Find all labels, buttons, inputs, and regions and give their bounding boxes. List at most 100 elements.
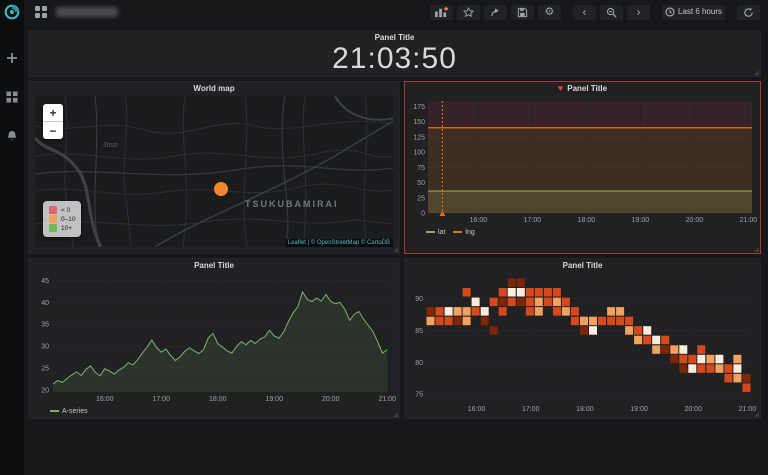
time-range-picker[interactable]: Last 6 hours — [662, 5, 725, 20]
svg-text:0: 0 — [421, 211, 425, 218]
alert-graph-panel: ♥ Panel Title 0 25 50 75 100 125 150 175 16:00 17… — [404, 81, 761, 254]
svg-text:21:00: 21:00 — [378, 396, 396, 403]
map-zoom-control: + − — [43, 104, 63, 139]
clock-time: 21:03:50 — [29, 42, 760, 76]
time-range-label: Last 6 hours — [678, 8, 722, 16]
svg-text:45: 45 — [41, 278, 49, 285]
share-button[interactable] — [484, 5, 507, 20]
zoom-out-button[interactable] — [600, 5, 623, 20]
svg-text:16:00: 16:00 — [96, 396, 114, 403]
svg-text:16:00: 16:00 — [470, 217, 488, 224]
save-button[interactable] — [511, 5, 534, 20]
aseries-chart[interactable]: 20 25 30 35 40 45 16:00 17:00 18:00 19:00 20:00 21:… — [32, 273, 396, 416]
svg-text:80: 80 — [415, 360, 423, 367]
chart-legend: lat lng — [426, 227, 475, 237]
time-back-button[interactable]: ‹ — [573, 5, 596, 20]
map-zoom-out-button[interactable]: − — [43, 122, 63, 139]
leaflet-link[interactable]: Leaflet — [288, 240, 306, 246]
map-canvas[interactable]: Joso TSUKUBAMIRAI + − < 0 0–10 10+ Leafl… — [35, 96, 393, 247]
settings-gear-icon[interactable]: ⚙ — [538, 5, 561, 20]
svg-text:30: 30 — [41, 344, 49, 351]
legend-label: 10+ — [61, 225, 72, 232]
svg-text:20:00: 20:00 — [686, 217, 704, 224]
timeseries-panel: Panel Title 20 25 30 35 40 45 16:00 17:00 18:00 1… — [28, 258, 400, 419]
panel-resize-handle[interactable] — [393, 247, 398, 252]
svg-text:20:00: 20:00 — [322, 396, 340, 403]
panel-resize-handle[interactable] — [754, 412, 759, 417]
svg-text:25: 25 — [417, 195, 425, 202]
svg-text:17:00: 17:00 — [524, 217, 542, 224]
panel-resize-handle[interactable] — [754, 247, 759, 252]
legend-item-A-series[interactable]: A-series — [50, 408, 88, 415]
panel-title[interactable]: ♥ Panel Title — [405, 82, 760, 95]
add-panel-button[interactable] — [430, 5, 453, 20]
svg-text:175: 175 — [413, 104, 425, 111]
heatmap-panel: Panel Title 90 85 80 75 16:00 17:00 18:00 19:00… — [404, 258, 761, 419]
legend-item-lng[interactable]: lng — [453, 229, 474, 236]
legend-swatch-green — [49, 224, 57, 232]
legend-swatch-red — [49, 206, 57, 214]
svg-text:20:00: 20:00 — [684, 406, 702, 413]
panel-title-text: Panel Title — [567, 84, 607, 93]
svg-text:25: 25 — [41, 365, 49, 372]
dashboard-title-blurred[interactable] — [56, 7, 118, 17]
svg-text:21:00: 21:00 — [740, 217, 757, 224]
svg-text:19:00: 19:00 — [632, 217, 650, 224]
panel-resize-handle[interactable] — [393, 412, 398, 417]
svg-text:90: 90 — [415, 296, 423, 303]
legend-label: < 0 — [61, 207, 70, 214]
clock-icon — [665, 7, 675, 17]
legend-item-lat[interactable]: lat — [426, 229, 445, 236]
legend-label: 0–10 — [61, 216, 75, 223]
clock-panel: Panel Title 21:03:50 — [28, 30, 761, 77]
svg-text:125: 125 — [413, 134, 425, 141]
svg-text:17:00: 17:00 — [152, 396, 170, 403]
grafana-logo[interactable] — [3, 3, 21, 21]
map-label-tsukubamirai: TSUKUBAMIRAI — [245, 199, 339, 209]
svg-text:19:00: 19:00 — [265, 396, 283, 403]
sidebar — [0, 0, 24, 475]
latlng-chart[interactable]: 0 25 50 75 100 125 150 175 16:00 17:00 18:00 19:00 2… — [408, 97, 757, 237]
panel-resize-handle[interactable] — [754, 70, 759, 75]
svg-text:35: 35 — [41, 322, 49, 329]
star-button[interactable] — [457, 5, 480, 20]
svg-text:20: 20 — [41, 387, 49, 394]
dashboards-grid-icon[interactable] — [6, 90, 19, 103]
osm-link[interactable]: © OpenStreetMap — [311, 240, 359, 246]
heatmap-chart[interactable]: 9085807516:0017:0018:0019:0020:0021:00 — [408, 273, 757, 416]
legend-swatch-orange — [49, 215, 57, 223]
time-forward-button[interactable]: › — [627, 5, 650, 20]
svg-text:17:00: 17:00 — [522, 406, 540, 413]
refresh-button[interactable] — [737, 5, 760, 20]
svg-text:19:00: 19:00 — [630, 406, 648, 413]
svg-text:100: 100 — [413, 150, 425, 157]
map-tiles — [35, 96, 393, 247]
svg-text:75: 75 — [415, 392, 423, 399]
svg-text:150: 150 — [413, 119, 425, 126]
map-attribution: Leaflet | © OpenStreetMap © CartoDB — [285, 239, 393, 247]
svg-text:18:00: 18:00 — [209, 396, 227, 403]
alert-heart-icon: ♥ — [558, 84, 563, 93]
grafana-dashboard: { "app": { "navbar": { "time_range": "La… — [0, 0, 768, 475]
dashboard-icon — [35, 6, 47, 18]
svg-text:16:00: 16:00 — [468, 406, 486, 413]
svg-text:18:00: 18:00 — [578, 217, 596, 224]
panel-title[interactable]: World map — [29, 82, 399, 95]
svg-text:50: 50 — [417, 180, 425, 187]
navbar: ⚙ ‹ › Last 6 hours — [24, 0, 768, 24]
map-zoom-in-button[interactable]: + — [43, 104, 63, 122]
panel-title[interactable]: Panel Title — [29, 259, 399, 272]
chart-legend: A-series — [50, 406, 88, 416]
svg-text:85: 85 — [415, 328, 423, 335]
map-marker[interactable] — [214, 182, 228, 196]
svg-text:75: 75 — [417, 165, 425, 172]
navbar-actions: ⚙ ‹ › Last 6 hours — [426, 5, 760, 20]
map-legend: < 0 0–10 10+ — [43, 201, 81, 237]
svg-text:40: 40 — [41, 300, 49, 307]
create-plus-icon[interactable] — [6, 51, 19, 64]
carto-link[interactable]: © CartoDB — [361, 240, 390, 246]
alerting-bell-icon[interactable] — [6, 129, 19, 142]
map-label-joso: Joso — [103, 142, 118, 149]
svg-text:18:00: 18:00 — [576, 406, 594, 413]
panel-title[interactable]: Panel Title — [405, 259, 760, 272]
